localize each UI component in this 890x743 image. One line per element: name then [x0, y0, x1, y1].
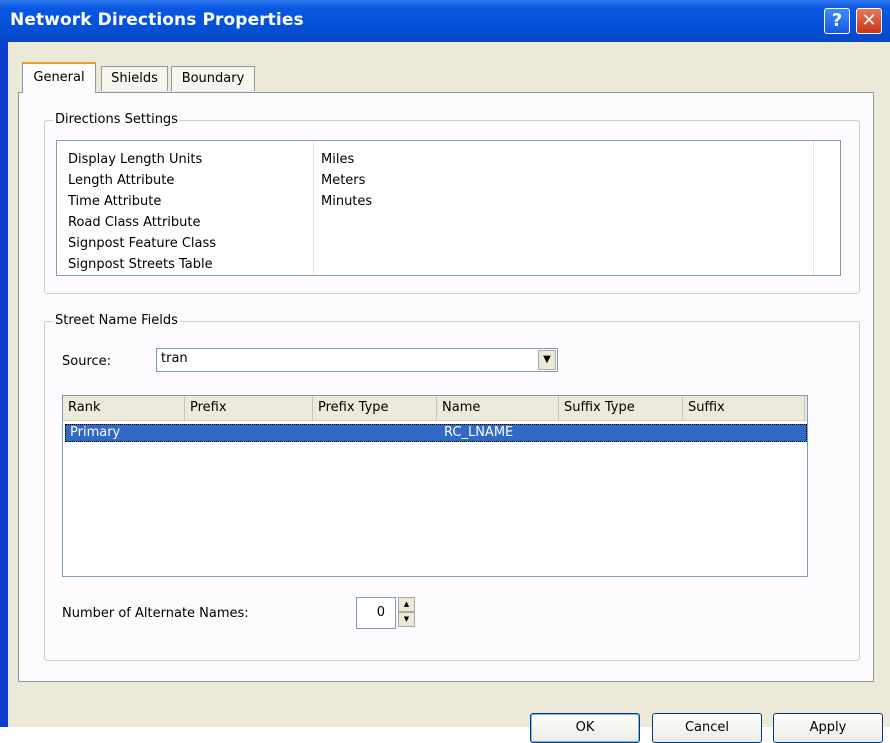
- cell-name: RC_LNAME: [444, 425, 514, 440]
- window-title: Network Directions Properties: [10, 10, 304, 30]
- settings-row[interactable]: Length Attribute Meters: [57, 170, 840, 191]
- table-header: Rank Prefix Prefix Type Name Suffix Type…: [63, 396, 807, 421]
- column-header-suffix[interactable]: Suffix: [683, 396, 805, 420]
- alternate-names-input[interactable]: 0: [356, 597, 396, 629]
- help-button[interactable]: ?: [824, 8, 850, 34]
- source-value: tran: [161, 351, 188, 366]
- setting-name: Signpost Streets Table: [68, 257, 213, 272]
- setting-value: Miles: [321, 152, 355, 167]
- street-name-fields-legend: Street Name Fields: [53, 313, 180, 328]
- table-row[interactable]: Primary RC_LNAME: [65, 424, 807, 442]
- setting-name: Display Length Units: [68, 152, 203, 167]
- settings-row[interactable]: Display Length Units Miles: [57, 149, 840, 170]
- alternate-names-label: Number of Alternate Names:: [62, 606, 249, 621]
- title-bar[interactable]: Network Directions Properties ? ✕: [0, 0, 890, 42]
- column-header-rank[interactable]: Rank: [63, 396, 185, 420]
- directions-settings-legend: Directions Settings: [53, 112, 180, 127]
- street-name-fields-table: Rank Prefix Prefix Type Name Suffix Type…: [62, 395, 808, 577]
- settings-row[interactable]: Road Class Attribute: [57, 212, 840, 233]
- directions-settings-grid: Display Length Units Miles Length Attrib…: [56, 140, 841, 276]
- setting-name: Time Attribute: [68, 194, 162, 209]
- close-icon: ✕: [861, 10, 877, 31]
- alternate-names-stepper[interactable]: ▲ ▼: [398, 597, 415, 629]
- setting-name: Length Attribute: [68, 173, 175, 188]
- setting-value: Meters: [321, 173, 366, 188]
- setting-name: Signpost Feature Class: [68, 236, 217, 251]
- setting-name: Road Class Attribute: [68, 215, 201, 230]
- column-header-name[interactable]: Name: [437, 396, 559, 420]
- tab-boundary[interactable]: Boundary: [171, 66, 255, 91]
- spin-up-icon[interactable]: ▲: [398, 597, 415, 612]
- tab-shields[interactable]: Shields: [101, 66, 168, 91]
- column-header-prefix[interactable]: Prefix: [185, 396, 313, 420]
- source-dropdown[interactable]: tran ▼: [156, 348, 558, 372]
- spin-down-icon[interactable]: ▼: [398, 612, 415, 627]
- cancel-button[interactable]: Cancel: [652, 713, 762, 743]
- source-label: Source:: [62, 354, 112, 369]
- apply-button[interactable]: Apply: [773, 713, 883, 743]
- column-header-prefix-type[interactable]: Prefix Type: [313, 396, 437, 420]
- chevron-down-icon[interactable]: ▼: [538, 350, 556, 370]
- cell-rank: Primary: [70, 425, 121, 440]
- tab-general[interactable]: General: [22, 62, 96, 93]
- ok-button[interactable]: OK: [530, 713, 640, 743]
- settings-row[interactable]: Time Attribute Minutes: [57, 191, 840, 212]
- column-header-suffix-type[interactable]: Suffix Type: [559, 396, 683, 420]
- setting-value: Minutes: [321, 194, 373, 209]
- help-icon: ?: [831, 10, 843, 31]
- close-button[interactable]: ✕: [856, 8, 882, 34]
- settings-row[interactable]: Signpost Feature Class: [57, 233, 840, 254]
- settings-row[interactable]: Signpost Streets Table: [57, 254, 840, 275]
